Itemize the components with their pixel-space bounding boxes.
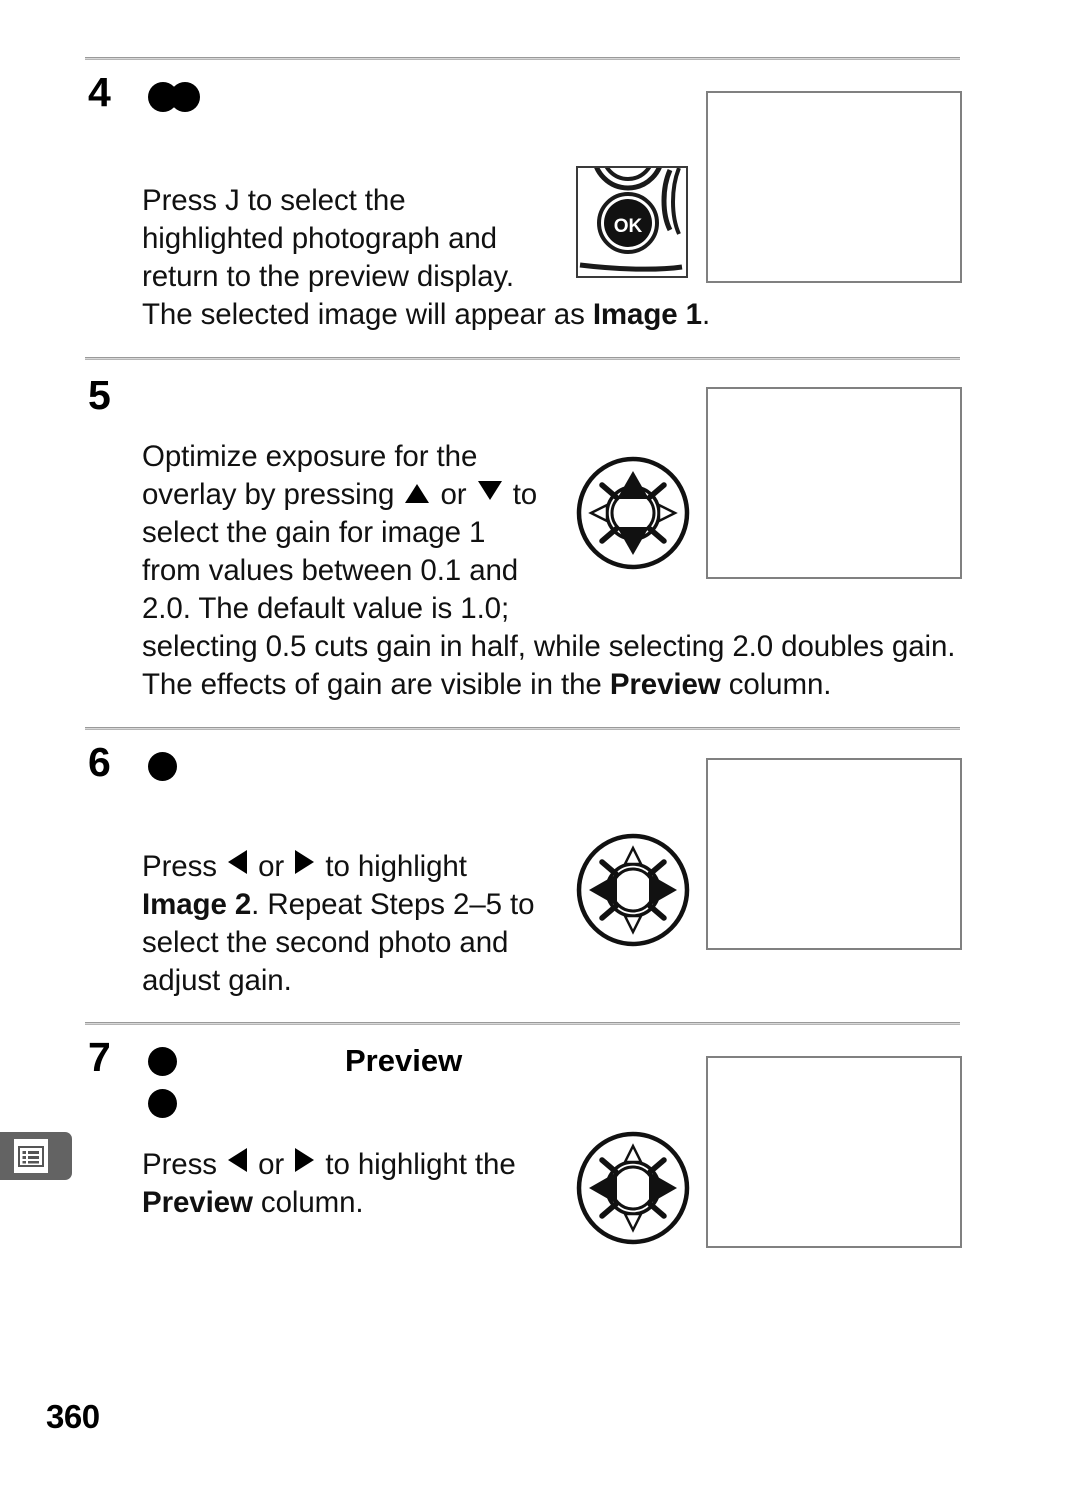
arrow-left-icon <box>228 850 248 874</box>
margin-tab-menu[interactable] <box>0 1132 72 1180</box>
step-5-line-4: from values between 0.1 and <box>142 554 519 587</box>
step-5-wide-line-2: The effects of gain are visible in the P… <box>142 666 982 704</box>
step-5-wide-line-1: selecting 0.5 cuts gain in half, while s… <box>142 630 956 663</box>
step-5-wide-plain-b: column. <box>720 668 832 701</box>
step-7-dot-icon-1 <box>148 1047 177 1076</box>
step-5-wide-lines: selecting 0.5 cuts gain in half, while s… <box>142 628 982 704</box>
step-7-dot-icon-2 <box>148 1089 177 1118</box>
step-6-prefix: Press <box>142 850 226 883</box>
step-7-number: 7 <box>88 1034 111 1080</box>
step-5-wide-plain-a: The effects of gain are visible in the <box>142 668 610 701</box>
menu-list-icon <box>14 1139 48 1173</box>
step-7-line-1: Press or to highlight the <box>142 1146 572 1184</box>
step-6-line-1: Press or to highlight <box>142 848 572 886</box>
step-7-suffix: to highlight the <box>317 1148 516 1181</box>
arrow-up-icon <box>405 484 430 503</box>
section-divider-4 <box>85 57 960 60</box>
step-5-number: 5 <box>88 372 111 418</box>
step-4-wide-bold: Image 1 <box>592 298 702 331</box>
step-5-line-2: overlay by pressing or to <box>142 478 538 511</box>
step-4-body: Press J to select the highlighted photog… <box>142 182 562 296</box>
step-6-line-4: adjust gain. <box>142 964 292 997</box>
step-5-body: Optimize exposure for the overlay by pre… <box>142 438 572 628</box>
step-7-screen-placeholder <box>706 1056 962 1248</box>
step-4-number: 4 <box>88 69 111 115</box>
section-divider-7 <box>85 1022 960 1025</box>
step-7-prefix: Press <box>142 1148 226 1181</box>
ok-button-illustration: OK <box>578 168 686 276</box>
step-5-line-3: select the gain for image 1 <box>142 516 486 549</box>
step-6-line-3: select the second photo and <box>142 926 509 959</box>
multi-selector-up-down <box>575 455 691 576</box>
step-6-rest: . Repeat Steps 2–5 to <box>251 888 535 921</box>
step-6-suffix: to highlight <box>317 850 467 883</box>
svg-text:OK: OK <box>614 216 643 237</box>
step-5-line-1: Optimize exposure for the <box>142 440 478 473</box>
ok-button-photo: OK <box>576 166 688 278</box>
step-6-dot-icon <box>148 752 177 781</box>
step-6-mid: or <box>250 850 293 883</box>
step-5-line-5: 2.0. The default value is 1.0; <box>142 592 510 625</box>
step-4-line-3: return to the preview display. <box>142 260 514 293</box>
step-6-screen-placeholder <box>706 758 962 950</box>
step-7-rest: column. <box>252 1186 364 1219</box>
multi-selector-dial-icon <box>576 833 690 947</box>
step-7-title: Preview <box>345 1043 463 1078</box>
step-5-screen-placeholder <box>706 387 962 579</box>
step-6-body: Press or to highlight Image 2. Repeat St… <box>142 848 572 1000</box>
step-5-wide-bold: Preview <box>609 668 721 701</box>
multi-selector-dial-icon <box>576 1131 690 1245</box>
step-6-bold: Image 2 <box>142 888 252 921</box>
step-4-line-1: Press J to select the <box>142 184 406 217</box>
step-4-wide-plain: The selected image will appear as <box>142 298 593 331</box>
manual-page: 4 Press J to select the highlighted phot… <box>0 0 1080 1486</box>
section-divider-6 <box>85 727 960 730</box>
step-6-number: 6 <box>88 739 111 785</box>
multi-selector-left-right-step6 <box>575 832 691 953</box>
step-7-line-2: Preview column. <box>142 1184 572 1222</box>
menu-list-glyph <box>18 1145 44 1167</box>
step-6-line-2: Image 2. Repeat Steps 2–5 to <box>142 886 572 924</box>
step-4-line-2: highlighted photograph and <box>142 222 497 255</box>
arrow-left-icon <box>228 1148 248 1172</box>
step-4-screen-placeholder <box>706 91 962 283</box>
step-7-body: Press or to highlight the Preview column… <box>142 1146 572 1222</box>
arrow-down-icon <box>477 481 502 500</box>
step-4-wide-line: The selected image will appear as Image … <box>142 296 972 334</box>
arrow-right-icon <box>295 850 315 874</box>
arrow-right-icon <box>295 1148 315 1172</box>
multi-selector-dial-icon <box>576 456 690 570</box>
step-7-mid: or <box>250 1148 293 1181</box>
multi-selector-left-right-step7 <box>575 1130 691 1251</box>
section-divider-5 <box>85 357 960 360</box>
step-7-bold: Preview <box>142 1186 253 1219</box>
double-dot-icon <box>148 82 204 112</box>
step-4-wide-tail: . <box>701 298 711 331</box>
page-number: 360 <box>46 1398 100 1435</box>
